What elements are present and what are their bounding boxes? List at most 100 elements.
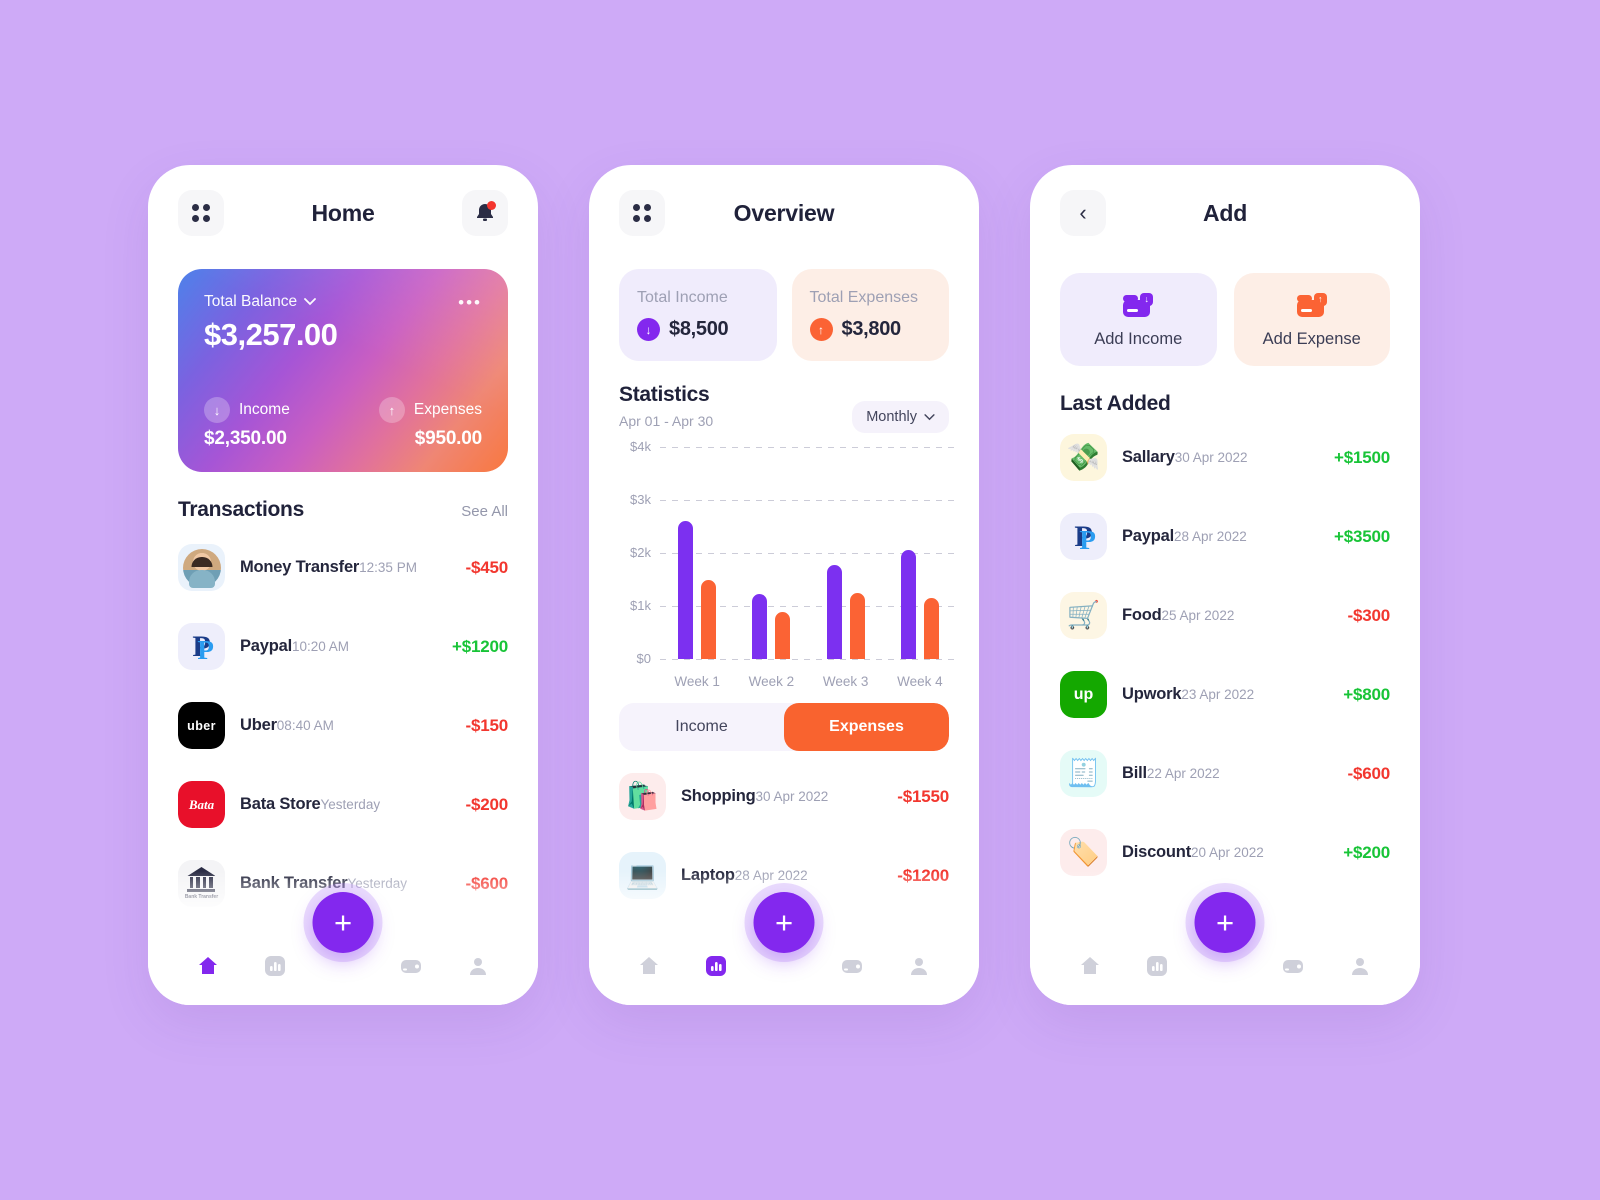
- total-balance-card[interactable]: Total Balance ••• $3,257.00 ↓ Income $2,…: [178, 269, 508, 472]
- add-expense-button[interactable]: ↑ Add Expense: [1233, 273, 1390, 366]
- nav-home-icon[interactable]: [1077, 953, 1103, 979]
- y-axis-tick-label: $2k: [630, 545, 651, 560]
- transactions-title: Transactions: [178, 498, 304, 521]
- list-item-name: Bata Store: [240, 795, 321, 813]
- add-income-button[interactable]: ↓ Add Income: [1060, 273, 1217, 366]
- list-item-subtitle: 20 Apr 2022: [1190, 845, 1264, 860]
- list-item-amount: +$3500: [1333, 526, 1390, 546]
- see-all-link[interactable]: See All: [461, 503, 508, 520]
- menu-button[interactable]: [178, 190, 224, 236]
- add-fab-home[interactable]: +: [312, 892, 374, 953]
- nav-profile-icon[interactable]: [1347, 953, 1373, 979]
- period-dropdown[interactable]: Monthly: [852, 401, 949, 433]
- balance-expenses-block: ↑ Expenses $950.00: [378, 397, 482, 450]
- list-item[interactable]: 🧾 Bill22 Apr 2022 -$600: [1060, 734, 1390, 813]
- bill-icon: 🧾: [1066, 758, 1101, 788]
- list-item-amount: +$1500: [1333, 447, 1390, 467]
- list-item-text: Laptop28 Apr 2022: [681, 866, 882, 885]
- nav-chart-icon[interactable]: [703, 953, 729, 979]
- discount-tag-icon: 🏷️: [1066, 837, 1101, 867]
- overview-header: Overview: [589, 165, 979, 261]
- grid-icon: [192, 204, 210, 222]
- list-item-amount: -$600: [465, 873, 509, 893]
- list-item-name: Shopping: [681, 787, 756, 805]
- list-item[interactable]: P Paypal10:20 AM +$1200: [178, 607, 508, 686]
- list-item-name: Uber: [240, 716, 277, 734]
- add-income-label: Add Income: [1094, 330, 1183, 348]
- list-item-text: Bata StoreYesterday: [240, 795, 451, 814]
- add-fab-add[interactable]: +: [1194, 892, 1256, 953]
- summary-pills: Total Income ↓ $8,500 Total Expenses ↑ $…: [589, 261, 979, 361]
- list-item-name: Laptop: [681, 866, 735, 884]
- balance-income-value: $2,350.00: [204, 428, 287, 449]
- paypal-logo-icon: P: [192, 631, 214, 664]
- x-axis-tick-label: Week 4: [897, 674, 943, 689]
- list-item[interactable]: P Paypal28 Apr 2022 +$3500: [1060, 497, 1390, 576]
- list-item-amount: -$1200: [897, 865, 949, 885]
- bar-income: [826, 564, 842, 659]
- list-item-icon: P: [178, 623, 225, 670]
- more-dots-icon[interactable]: •••: [458, 294, 482, 311]
- menu-button[interactable]: [619, 190, 665, 236]
- total-income-card[interactable]: Total Income ↓ $8,500: [619, 269, 777, 361]
- list-item-subtitle: 10:20 AM: [292, 639, 350, 654]
- back-button[interactable]: ‹: [1060, 190, 1106, 236]
- tab-expenses[interactable]: Expenses: [784, 703, 949, 751]
- list-item-name: Food: [1122, 606, 1162, 624]
- arrow-up-icon: ↑: [809, 318, 833, 341]
- list-item-icon: 🛒: [1060, 592, 1107, 639]
- list-item-text: Bank TransferYesterday: [240, 874, 451, 893]
- list-item-text: Bill22 Apr 2022: [1122, 764, 1333, 783]
- nav-chart-icon[interactable]: [262, 953, 288, 979]
- list-item-subtitle: 22 Apr 2022: [1146, 766, 1220, 781]
- balance-label-group[interactable]: Total Balance: [204, 293, 316, 311]
- nav-profile-icon[interactable]: [906, 953, 932, 979]
- list-item[interactable]: 🛍️ Shopping30 Apr 2022 -$1550: [619, 757, 949, 836]
- list-item[interactable]: 💸 Sallary30 Apr 2022 +$1500: [1060, 418, 1390, 497]
- nav-wallet-icon[interactable]: [1280, 953, 1306, 979]
- balance-card-top: Total Balance •••: [204, 293, 482, 311]
- nav-home-icon[interactable]: [636, 953, 662, 979]
- list-item-subtitle: 28 Apr 2022: [1174, 529, 1247, 544]
- plus-icon: +: [1215, 905, 1235, 940]
- list-item-icon: 🏷️: [1060, 829, 1107, 876]
- list-item[interactable]: up Upwork23 Apr 2022 +$800: [1060, 655, 1390, 734]
- list-item-subtitle: 23 Apr 2022: [1181, 687, 1255, 702]
- list-item[interactable]: 🛒 Food25 Apr 2022 -$300: [1060, 576, 1390, 655]
- last-added-header: Last Added: [1030, 392, 1420, 416]
- list-item-text: Food25 Apr 2022: [1122, 606, 1333, 625]
- total-expenses-card[interactable]: Total Expenses ↑ $3,800: [791, 269, 949, 361]
- chevron-down-icon: [924, 413, 935, 420]
- list-item-icon: 🛍️: [619, 773, 666, 820]
- list-item[interactable]: Money Transfer12:35 PM -$450: [178, 528, 508, 607]
- chevron-left-icon: ‹: [1079, 200, 1087, 225]
- list-item-subtitle: Yesterday: [347, 876, 407, 891]
- nav-chart-icon[interactable]: [1144, 953, 1170, 979]
- list-item[interactable]: uber Uber08:40 AM -$150: [178, 686, 508, 765]
- add-fab-overview[interactable]: +: [753, 892, 815, 953]
- x-axis-tick-label: Week 2: [748, 674, 795, 689]
- statistics-header: Statistics Apr 01 - Apr 30 Monthly: [589, 383, 979, 433]
- bar-group: [826, 447, 865, 659]
- statistics-bar-chart: $0 $1k $2k $3k $4k Week 1 Week 2 Week 3 Week 4: [613, 439, 957, 689]
- list-item[interactable]: Bata Bata StoreYesterday -$200: [178, 765, 508, 844]
- nav-wallet-icon[interactable]: [839, 953, 865, 979]
- list-item-name: Bank Transfer: [240, 874, 348, 892]
- list-item-text: Discount20 Apr 2022: [1122, 843, 1328, 862]
- nav-home-icon[interactable]: [195, 953, 221, 979]
- tab-income[interactable]: Income: [619, 703, 784, 751]
- list-item-amount: +$800: [1343, 684, 1390, 704]
- balance-expenses-value: $950.00: [414, 428, 482, 449]
- list-item-subtitle: 12:35 PM: [359, 560, 417, 575]
- total-expenses-value: $3,800: [841, 318, 902, 340]
- notifications-button[interactable]: [462, 190, 508, 236]
- balance-amount: $3,257.00: [204, 317, 338, 352]
- y-axis-tick-label: $1k: [630, 598, 651, 613]
- bank-building-icon: Bank Transfer: [185, 867, 218, 900]
- nav-wallet-icon[interactable]: [398, 953, 424, 979]
- list-item[interactable]: 🏷️ Discount20 Apr 2022 +$200: [1060, 813, 1390, 892]
- list-item-amount: -$300: [1347, 605, 1391, 625]
- nav-profile-icon[interactable]: [465, 953, 491, 979]
- arrow-down-icon: ↓: [637, 318, 660, 341]
- list-item-icon: Bank Transfer: [178, 860, 225, 907]
